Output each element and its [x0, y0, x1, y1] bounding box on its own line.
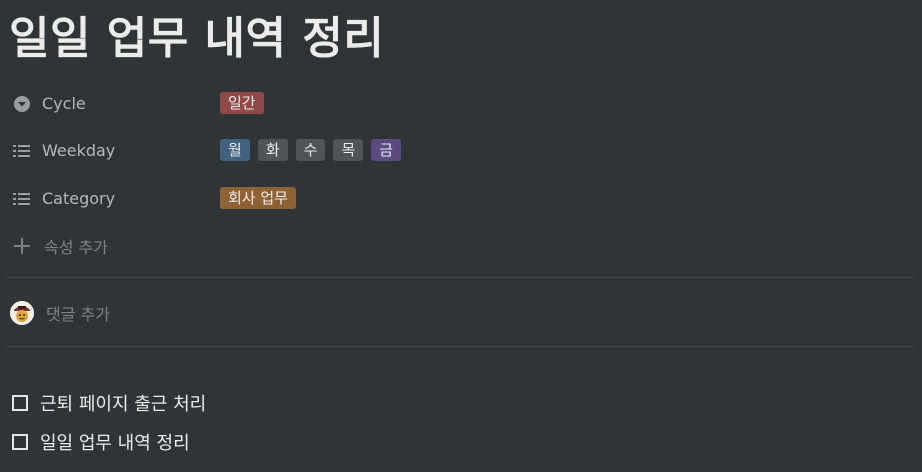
add-comment-row[interactable]: 댓글 추가 [10, 298, 110, 328]
property-row-cycle[interactable]: Cycle 일간 [0, 89, 920, 119]
property-name: Weekday [42, 141, 116, 160]
tag-cycle-daily[interactable]: 일간 [220, 92, 264, 114]
add-property-button[interactable]: 속성 추가 [12, 232, 108, 260]
tag-weekday-fri[interactable]: 금 [371, 139, 402, 161]
todo-item: 근퇴 페이지 출근 처리 [12, 389, 206, 417]
property-value[interactable]: 월 화 수 목 금 [220, 139, 402, 161]
add-comment-input[interactable]: 댓글 추가 [46, 301, 110, 325]
tag-weekday-tue[interactable]: 화 [257, 139, 288, 161]
property-row-category[interactable]: Category 회사 업무 [0, 184, 920, 214]
add-property-label: 속성 추가 [44, 238, 108, 257]
user-avatar [10, 301, 34, 325]
property-name: Cycle [42, 94, 86, 113]
tag-weekday-mon[interactable]: 월 [220, 139, 250, 161]
plus-icon [12, 236, 32, 256]
todo-checkbox[interactable] [12, 434, 28, 450]
tag-weekday-wed[interactable]: 수 [295, 139, 326, 161]
page-title[interactable]: 일일 업무 내역 정리 [9, 2, 384, 66]
property-row-weekday[interactable]: Weekday 월 화 수 목 금 [0, 136, 920, 166]
tag-category-work[interactable]: 회사 업무 [220, 187, 296, 209]
property-name: Category [42, 189, 116, 208]
divider [6, 346, 914, 347]
tag-weekday-thu[interactable]: 목 [333, 139, 364, 161]
todo-text[interactable]: 일일 업무 내역 정리 [40, 429, 190, 455]
todo-item: 일일 업무 내역 정리 [12, 428, 190, 456]
todo-text[interactable]: 근퇴 페이지 출근 처리 [40, 390, 206, 416]
multi-select-list-icon [12, 190, 32, 208]
multi-select-list-icon [12, 142, 32, 160]
property-value[interactable]: 회사 업무 [220, 187, 296, 209]
divider [6, 277, 914, 278]
select-icon [12, 95, 32, 113]
todo-checkbox[interactable] [12, 395, 28, 411]
property-value[interactable]: 일간 [220, 92, 264, 114]
notion-page: 일일 업무 내역 정리 Cycle 일간 Weekday 월 화 수 목 금 C… [0, 0, 922, 472]
